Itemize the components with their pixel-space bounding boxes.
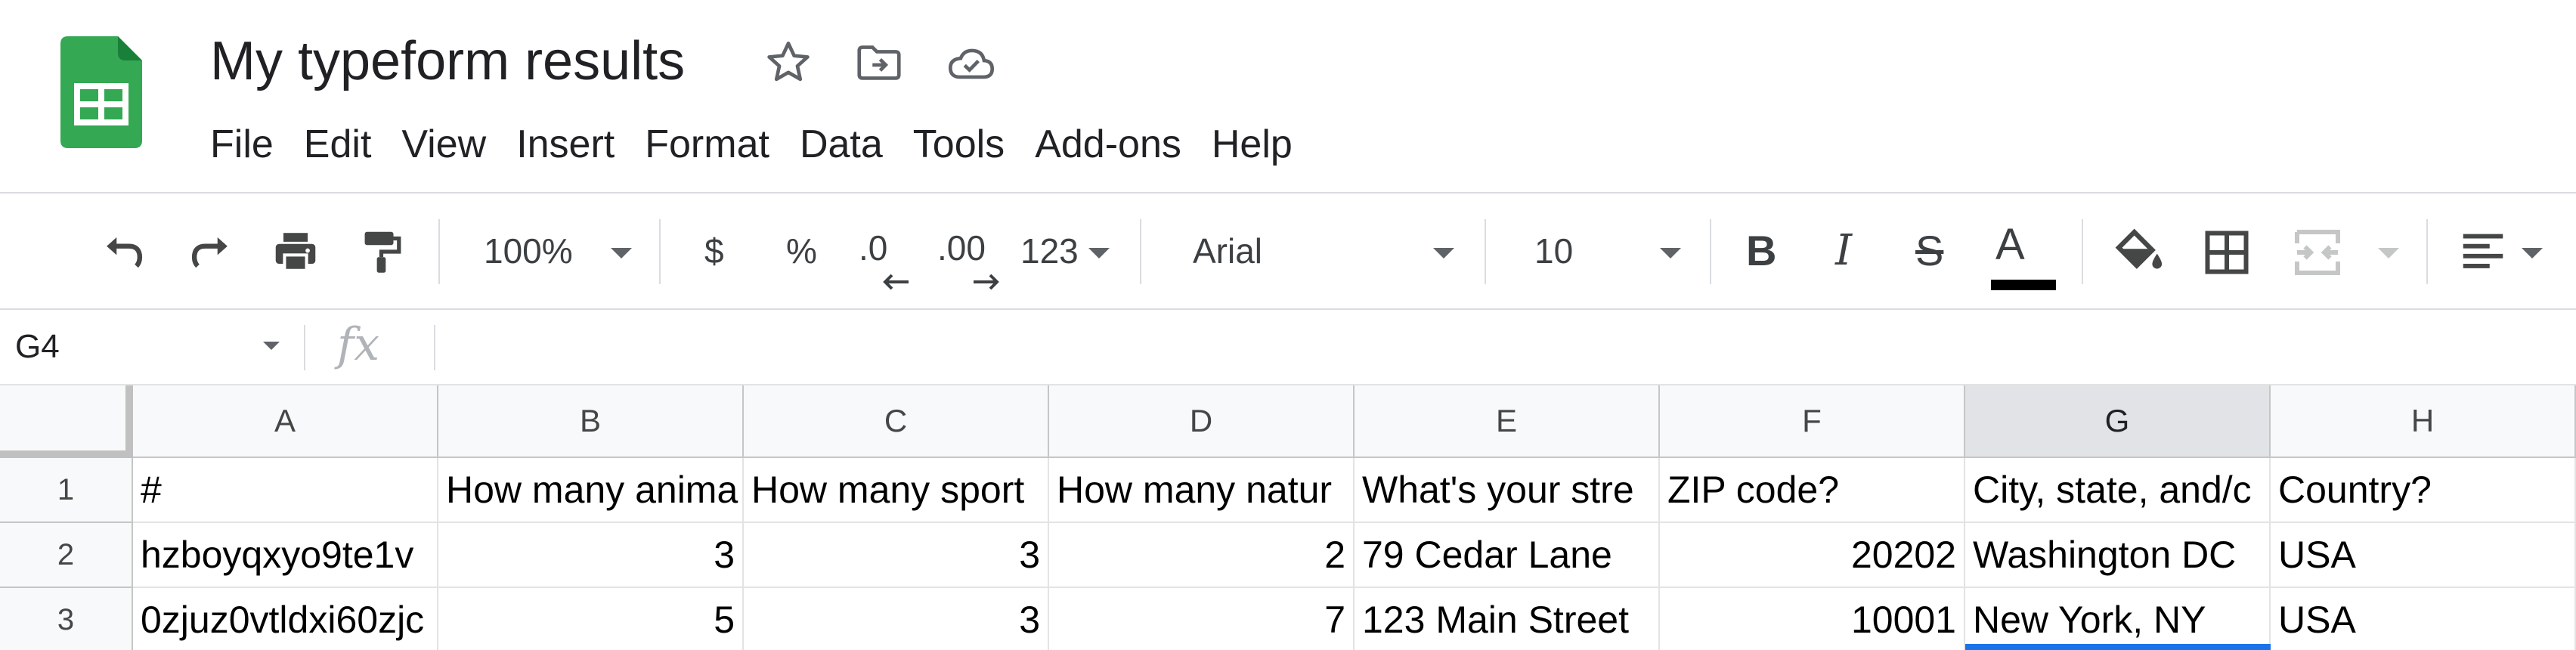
cell-f3[interactable]: 10001 [1660,588,1965,650]
cell-e1[interactable]: What's your stre [1355,458,1660,523]
cell-g3[interactable]: New York, NY [1965,588,2271,650]
document-title[interactable]: My typeform results [210,27,685,95]
formula-bar: G4 fx [0,310,2576,385]
toolbar-separator [2082,219,2083,284]
cell-c2[interactable]: 3 [744,523,1049,588]
arrow-left-icon [881,272,912,292]
cell-c3[interactable]: 3 [744,588,1049,650]
active-cell-border [1965,644,2271,650]
column-header-h[interactable]: H [2271,385,2576,458]
column-header-d[interactable]: D [1049,385,1355,458]
horizontal-align-icon[interactable] [2457,225,2509,278]
cell-h2[interactable]: USA [2271,523,2576,588]
spreadsheet-grid: ABCDEFGH 1 # How many anima How many sport H… [0,385,2576,650]
zoom-select[interactable]: 100% [484,192,573,310]
strikethrough-button[interactable]: S [1915,192,1943,310]
italic-button[interactable]: I [1835,192,1852,310]
text-color-swatch [1991,280,2056,290]
select-all-corner[interactable] [0,385,133,458]
merge-dropdown-icon[interactable] [2378,248,2399,258]
column-header-c[interactable]: C [744,385,1049,458]
column-header-e[interactable]: E [1355,385,1660,458]
sheets-logo-icon[interactable] [60,36,142,148]
toolbar-separator [2426,219,2428,284]
fx-icon: fx [337,318,380,371]
borders-icon[interactable] [2200,225,2254,280]
toolbar-separator [1710,219,1711,284]
cell-e3[interactable]: 123 Main Street [1355,588,1660,650]
format-percent-button[interactable]: % [786,192,817,310]
menu-tools[interactable]: Tools [898,110,1020,178]
cell-b2[interactable]: 3 [438,523,744,588]
bold-button[interactable]: B [1746,192,1776,310]
cell-b3[interactable]: 5 [438,588,744,650]
arrow-right-icon [971,272,1001,292]
menu-bar: File Edit View Insert Format Data Tools … [195,110,1308,178]
cell-d2[interactable]: 2 [1049,523,1355,588]
redo-icon[interactable] [184,225,237,278]
horizontal-align-dropdown-icon[interactable] [2522,248,2543,258]
name-box[interactable]: G4 [15,310,60,384]
toolbar-separator [659,219,661,284]
font-size-dropdown-icon[interactable] [1660,248,1681,258]
name-box-dropdown-icon[interactable] [263,342,280,350]
menu-insert[interactable]: Insert [501,110,630,178]
row-header-3[interactable]: 3 [0,588,133,650]
cell-b1[interactable]: How many anima [438,458,744,523]
more-formats-dropdown-icon[interactable] [1088,248,1110,258]
row-header-1[interactable]: 1 [0,458,133,523]
menu-data[interactable]: Data [785,110,898,178]
formula-input[interactable] [454,310,2555,384]
column-header-a[interactable]: A [133,385,438,458]
undo-icon[interactable] [97,225,150,278]
cell-a1[interactable]: # [133,458,438,523]
cell-d3[interactable]: 7 [1049,588,1355,650]
cell-c1[interactable]: How many sport [744,458,1049,523]
toolbar-separator [1140,219,1141,284]
format-currency-button[interactable]: $ [704,192,724,310]
font-family-select[interactable]: Arial [1193,192,1262,310]
cloud-saved-icon[interactable] [945,36,998,89]
menu-help[interactable]: Help [1197,110,1308,178]
column-header-b[interactable]: B [438,385,744,458]
cell-g1[interactable]: City, state, and/c [1965,458,2271,523]
toolbar: 100% $ % .0 .00 123 Arial 10 B I S A [0,192,2576,310]
cell-f1[interactable]: ZIP code? [1660,458,1965,523]
row-header-2[interactable]: 2 [0,523,133,588]
cell-g2[interactable]: Washington DC [1965,523,2271,588]
menu-format[interactable]: Format [630,110,785,178]
menu-add-ons[interactable]: Add-ons [1020,110,1197,178]
zoom-dropdown-icon[interactable] [611,248,632,258]
paint-format-icon[interactable] [354,225,407,278]
more-formats-button[interactable]: 123 [1020,192,1079,310]
font-family-dropdown-icon[interactable] [1433,248,1454,258]
column-header-f[interactable]: F [1660,385,1965,458]
column-header-g[interactable]: G [1965,385,2271,458]
menu-view[interactable]: View [386,110,501,178]
fill-color-icon[interactable] [2110,224,2168,281]
cell-a3[interactable]: 0zjuz0vtldxi60zjc [133,588,438,650]
formula-bar-separator [304,325,305,370]
cell-h1[interactable]: Country? [2271,458,2576,523]
move-to-folder-icon[interactable] [853,36,906,89]
cell-h3[interactable]: USA [2271,588,2576,650]
cell-a2[interactable]: hzboyqxyo9te1v [133,523,438,588]
title-bar: My typeform results File Edit View Inser… [0,0,2576,192]
merge-cells-icon[interactable] [2290,225,2345,280]
menu-edit[interactable]: Edit [289,110,387,178]
formula-bar-separator [434,325,435,370]
toolbar-separator [1485,219,1486,284]
font-size-select[interactable]: 10 [1534,192,1573,310]
menu-file[interactable]: File [195,110,289,178]
toolbar-separator [438,219,440,284]
cell-e2[interactable]: 79 Cedar Lane [1355,523,1660,588]
star-icon[interactable] [762,36,815,89]
cell-f2[interactable]: 20202 [1660,523,1965,588]
print-icon[interactable] [269,225,322,278]
cell-d1[interactable]: How many natur [1049,458,1355,523]
